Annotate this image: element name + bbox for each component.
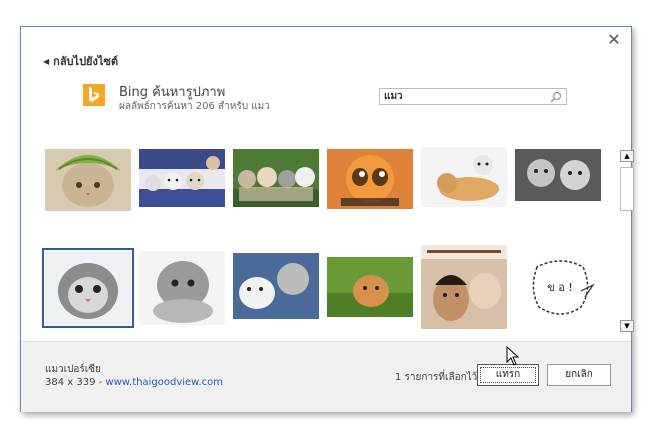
image-result-puss-in-boots-cartoon[interactable] [327, 149, 413, 209]
image-result-fluffy-kitten[interactable] [139, 251, 225, 325]
back-to-sites-link[interactable]: ◀ กลับไปยังไซต์ [43, 52, 118, 70]
back-link-label: กลับไปยังไซต์ [53, 55, 119, 68]
search-result-summary: ผลลัพธ์การค้นหา 206 สำหรับ แมว [119, 101, 270, 112]
scroll-down-button[interactable]: ▼ [620, 320, 634, 332]
cancel-button[interactable]: ยกเลิก [547, 364, 611, 386]
image-result-four-kittens-grass[interactable] [233, 149, 319, 207]
dialog-footer: แมวเปอร์เซีย 384 x 339 - www.thaigoodvie… [21, 341, 631, 412]
selected-count: 1 รายการที่เลือกไว้ [395, 372, 478, 383]
image-search-dialog: ✕ ◀ กลับไปยังไซต์ Bing ค้นหารูปภาพ ผลลัพ… [20, 26, 634, 412]
back-arrow-icon: ◀ [43, 56, 50, 66]
image-result-orange-kitten-grass[interactable] [327, 257, 413, 317]
image-results-grid: ข อ ! [42, 145, 617, 333]
insert-button[interactable]: แทรก [477, 364, 539, 386]
image-result-kitten-with-toy[interactable] [233, 253, 319, 319]
image-source-link[interactable]: www.thaigoodview.com [105, 377, 223, 388]
scrollbar-thumb[interactable] [620, 167, 634, 211]
svg-text:ข อ !: ข อ ! [547, 281, 573, 294]
selected-image-info: 384 x 339 - www.thaigoodview.com [45, 377, 223, 388]
search-icon[interactable] [549, 90, 563, 104]
selected-image-name: แมวเปอร์เซีย [45, 364, 101, 375]
image-dimensions: 384 x 339 - [45, 377, 106, 388]
search-box[interactable] [379, 88, 567, 105]
search-input[interactable] [380, 91, 549, 102]
image-result-boy-with-kitten[interactable] [421, 245, 507, 329]
bing-logo-icon [83, 84, 105, 106]
mouse-cursor-icon [506, 346, 520, 366]
image-result-kitten-melon-hat[interactable] [45, 149, 131, 211]
image-result-two-grey-kittens[interactable] [515, 149, 601, 201]
image-result-kittens-in-basket[interactable] [139, 149, 225, 207]
image-result-grey-kitten-selected[interactable] [42, 248, 134, 328]
image-result-kitten-and-puppy[interactable] [421, 147, 507, 207]
scroll-up-button[interactable]: ▲ [620, 150, 634, 162]
image-result-doodle-sketch[interactable]: ข อ ! [519, 245, 601, 329]
close-button[interactable]: ✕ [605, 31, 623, 49]
